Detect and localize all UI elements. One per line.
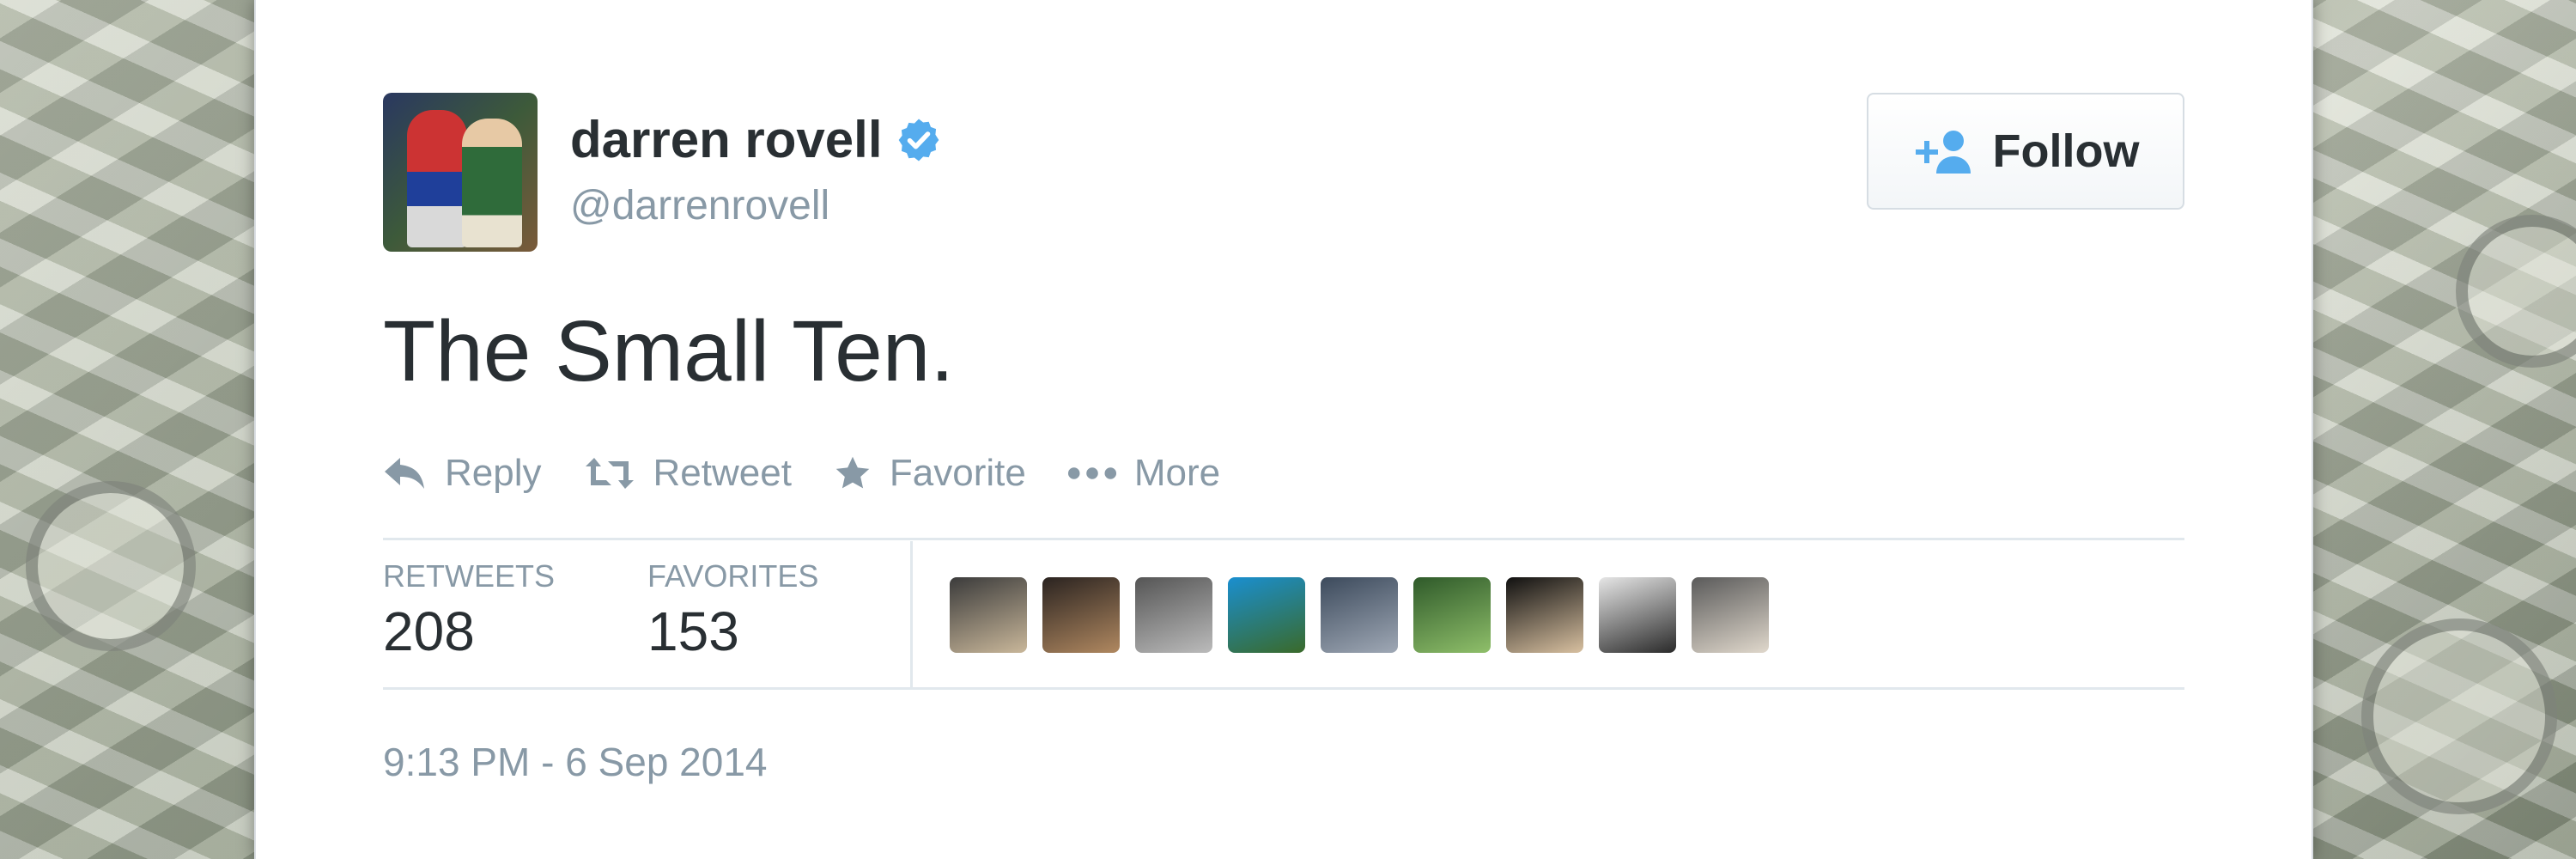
favoriter-avatars	[950, 577, 1769, 653]
retweet-label: Retweet	[653, 452, 792, 494]
verified-badge-icon	[898, 119, 939, 161]
tweet-text: The Small Ten.	[383, 303, 955, 399]
favoriter-avatar[interactable]	[1042, 577, 1120, 653]
favorites-count: 153	[647, 600, 739, 662]
retweets-stat[interactable]: RETWEETS 208	[383, 558, 555, 663]
follow-button-label: Follow	[1992, 125, 2140, 177]
follow-button[interactable]: Follow	[1867, 93, 2184, 210]
reply-button[interactable]: Reply	[383, 452, 542, 495]
favoriter-avatar[interactable]	[1599, 577, 1676, 653]
favoriter-avatar[interactable]	[1321, 577, 1398, 653]
tweet-timestamp[interactable]: 9:13 PM - 6 Sep 2014	[383, 739, 768, 785]
favorite-label: Favorite	[889, 452, 1026, 494]
favorites-stat[interactable]: FAVORITES 153	[647, 558, 818, 663]
retweets-label: RETWEETS	[383, 558, 556, 594]
avatar-figure	[462, 119, 522, 247]
favoriter-avatar[interactable]	[1692, 577, 1769, 653]
retweet-button[interactable]: Retweet	[583, 452, 792, 495]
author-name[interactable]: darren rovell	[570, 110, 883, 169]
favorite-button[interactable]: Favorite	[833, 452, 1026, 495]
favoriter-avatar[interactable]	[1135, 577, 1212, 653]
favoriter-avatar[interactable]	[950, 577, 1027, 653]
avatar-figure	[407, 110, 467, 247]
bill-seal	[2456, 215, 2576, 368]
author-avatar[interactable]	[383, 93, 538, 252]
divider	[383, 538, 2184, 540]
favoriter-avatar[interactable]	[1228, 577, 1305, 653]
more-label: More	[1133, 452, 1221, 494]
stats-separator	[910, 541, 913, 689]
favoriter-avatar[interactable]	[1413, 577, 1491, 653]
divider	[383, 687, 2184, 690]
retweets-count: 208	[383, 600, 475, 662]
author-handle[interactable]: @darrenrovell	[570, 182, 829, 229]
reply-icon	[385, 458, 424, 489]
favoriter-avatar[interactable]	[1506, 577, 1583, 653]
tweet-actions: Reply Retweet Favorite More	[383, 452, 1220, 495]
more-dots-icon	[1067, 467, 1116, 479]
more-button[interactable]: More	[1067, 452, 1220, 495]
reply-label: Reply	[445, 452, 542, 494]
favorites-label: FAVORITES	[647, 558, 819, 594]
bill-seal	[2361, 618, 2557, 814]
author-name-row: darren rovell	[570, 110, 943, 169]
star-icon	[835, 456, 870, 489]
add-person-icon	[1915, 131, 1971, 174]
bill-seal	[26, 481, 196, 651]
retweet-icon	[585, 458, 634, 489]
tweet-card: darren rovell @darrenrovell Follow The S…	[254, 0, 2313, 859]
